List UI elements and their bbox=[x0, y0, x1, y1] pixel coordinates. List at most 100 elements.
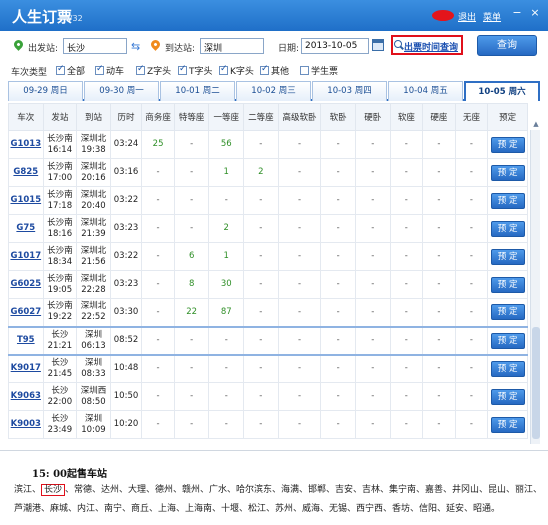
seat-availability-cell: - bbox=[243, 270, 279, 299]
filter-student[interactable]: 学生票 bbox=[300, 64, 338, 77]
tab-0929[interactable]: 09-29 周日 bbox=[8, 81, 83, 101]
from-station-input[interactable]: 长沙 bbox=[63, 38, 127, 54]
table-row[interactable]: K9063 长沙 22:00 深圳西 08:50 10:50- - - - - - - - - - 预 定 bbox=[8, 382, 528, 411]
search-icon bbox=[394, 40, 402, 48]
minimize-icon[interactable]: − bbox=[510, 6, 524, 20]
departure-station-cell: 长沙 23:49 bbox=[42, 410, 78, 439]
checkbox-icon[interactable] bbox=[219, 64, 228, 75]
seat-availability-cell: - bbox=[243, 410, 279, 439]
tab-1002[interactable]: 10-02 周三 bbox=[236, 81, 311, 101]
date-input[interactable]: 2013-10-05 bbox=[301, 38, 369, 54]
filter-all[interactable]: 全部 bbox=[56, 64, 85, 77]
table-row[interactable]: T95 长沙 21:21 深圳 06:13 08:52- - - - - - - - - - 预 定 bbox=[8, 325, 528, 356]
departure-station-cell: 长沙 21:21 bbox=[42, 325, 78, 356]
seat-availability-cell: - bbox=[454, 382, 489, 411]
book-button[interactable]: 预 定 bbox=[490, 220, 525, 237]
book-button[interactable]: 预 定 bbox=[490, 164, 525, 181]
seat-availability-cell: - bbox=[141, 186, 175, 215]
book-button[interactable]: 预 定 bbox=[490, 192, 525, 209]
book-button[interactable]: 预 定 bbox=[490, 136, 525, 153]
train-number-link[interactable]: K9003 bbox=[8, 410, 44, 439]
table-row[interactable]: G6025 长沙南 19:05 深圳北 22:28 03:23-8 30- - - - - - - 预 定 bbox=[8, 270, 528, 299]
menu-link[interactable]: 菜单 bbox=[483, 10, 501, 23]
filter-emu[interactable]: 动车 bbox=[95, 64, 124, 77]
table-row[interactable]: G1017 长沙南 18:34 深圳北 21:56 03:22-6 1- - - - - - - 预 定 bbox=[8, 242, 528, 271]
seat-availability-cell: - bbox=[389, 354, 424, 383]
scrollbar-thumb[interactable] bbox=[532, 327, 540, 439]
close-icon[interactable]: × bbox=[528, 6, 542, 20]
table-row[interactable]: G75 长沙南 18:16 深圳北 21:39 03:23- -2- - - - - - - 预 定 bbox=[8, 214, 528, 243]
seat-availability-cell: 8 bbox=[173, 270, 210, 299]
user-avatar[interactable] bbox=[432, 10, 454, 21]
book-button[interactable]: 预 定 bbox=[490, 360, 525, 377]
book-button[interactable]: 预 定 bbox=[490, 276, 525, 293]
tab-1003[interactable]: 10-03 周四 bbox=[312, 81, 387, 101]
departure-station-cell: 长沙南 17:18 bbox=[42, 186, 78, 215]
seat-availability-cell: - bbox=[454, 410, 489, 439]
train-number-link[interactable]: G825 bbox=[8, 158, 44, 187]
checkbox-icon[interactable] bbox=[95, 64, 104, 75]
seat-availability-cell: - bbox=[354, 130, 391, 159]
seat-availability-cell: - bbox=[173, 186, 210, 215]
query-button[interactable]: 查询 bbox=[477, 35, 537, 56]
book-button[interactable]: 预 定 bbox=[490, 248, 525, 265]
train-number-link[interactable]: G1013 bbox=[8, 130, 44, 159]
checkbox-icon[interactable] bbox=[300, 66, 309, 75]
ticket-time-query-link[interactable]: 出票时间查询 bbox=[404, 40, 458, 53]
table-row[interactable]: G1015 长沙南 17:18 深圳北 20:40 03:22- - - - - - - - - - 预 定 bbox=[8, 186, 528, 215]
book-cell: 预 定 bbox=[487, 130, 528, 159]
scroll-up-icon[interactable]: ▲ bbox=[531, 120, 541, 130]
seat-availability-cell: - bbox=[277, 214, 322, 243]
table-row[interactable]: K9003 长沙 23:49 深圳 10:09 10:20- - - - - - - - - - 预 定 bbox=[8, 410, 528, 439]
book-button[interactable]: 预 定 bbox=[490, 332, 525, 349]
tab-1004[interactable]: 10-04 周五 bbox=[388, 81, 463, 101]
logout-link[interactable]: 退出 bbox=[458, 10, 476, 23]
train-number-link[interactable]: G1015 bbox=[8, 186, 44, 215]
seat-availability-cell: - bbox=[277, 242, 322, 271]
swap-stations-icon[interactable]: ⇆ bbox=[131, 40, 140, 53]
seat-availability-cell: - bbox=[208, 354, 245, 383]
seat-availability-cell: 30 bbox=[208, 270, 245, 299]
table-row[interactable]: G1013 长沙南 16:14 深圳北 19:38 03:24 25-56- - - - - - - 预 … bbox=[8, 130, 528, 159]
book-button[interactable]: 预 定 bbox=[490, 304, 525, 321]
seat-availability-cell: - bbox=[422, 270, 456, 299]
checkbox-icon[interactable] bbox=[136, 64, 145, 75]
seat-availability-cell: - bbox=[422, 382, 456, 411]
seat-availability-cell: - bbox=[141, 325, 175, 356]
book-cell: 预 定 bbox=[487, 214, 528, 243]
train-number-link[interactable]: K9063 bbox=[8, 382, 44, 411]
seat-availability-cell: - bbox=[320, 270, 356, 299]
book-button[interactable]: 预 定 bbox=[490, 416, 525, 433]
filter-t[interactable]: T字头 bbox=[178, 64, 213, 77]
table-row[interactable]: K9017 长沙 21:45 深圳 08:33 10:48- - - - - - - - - - 预 定 bbox=[8, 354, 528, 383]
train-number-link[interactable]: G6027 bbox=[8, 298, 44, 327]
table-scrollbar[interactable]: ▲ bbox=[530, 120, 540, 444]
tab-0930[interactable]: 09-30 周一 bbox=[84, 81, 159, 101]
filter-z[interactable]: Z字头 bbox=[136, 64, 171, 77]
tab-1001[interactable]: 10-01 周二 bbox=[160, 81, 235, 101]
highlighted-station: 长沙 bbox=[41, 484, 66, 496]
table-row[interactable]: G6027 长沙南 19:22 深圳北 22:52 03:30-22 87- - - - - - - 预 … bbox=[8, 298, 528, 327]
table-row[interactable]: G825 长沙南 17:00 深圳北 20:16 03:16- -1 2- - - - - - 预 定 bbox=[8, 158, 528, 187]
train-number-link[interactable]: K9017 bbox=[8, 354, 44, 383]
train-number-link[interactable]: G6025 bbox=[8, 270, 44, 299]
tab-1005[interactable]: 10-05 周六 bbox=[464, 81, 540, 101]
checkbox-icon[interactable] bbox=[178, 64, 187, 75]
calendar-icon[interactable] bbox=[372, 39, 384, 51]
seat-availability-cell: - bbox=[141, 410, 175, 439]
arrival-station-cell: 深圳 10:09 bbox=[76, 410, 111, 439]
book-button[interactable]: 预 定 bbox=[490, 388, 525, 405]
filter-other[interactable]: 其他 bbox=[260, 64, 289, 77]
train-number-link[interactable]: T95 bbox=[8, 325, 44, 356]
checkbox-icon[interactable] bbox=[260, 64, 269, 75]
filter-k[interactable]: K字头 bbox=[219, 64, 254, 77]
seat-availability-cell: - bbox=[354, 410, 391, 439]
train-number-link[interactable]: G75 bbox=[8, 214, 44, 243]
checkbox-icon[interactable] bbox=[56, 64, 65, 75]
seat-availability-cell: - bbox=[354, 186, 391, 215]
seat-availability-cell: - bbox=[243, 354, 279, 383]
to-station-input[interactable]: 深圳 bbox=[200, 38, 264, 54]
book-cell: 预 定 bbox=[487, 270, 528, 299]
seat-availability-cell: - bbox=[389, 410, 424, 439]
train-number-link[interactable]: G1017 bbox=[8, 242, 44, 271]
